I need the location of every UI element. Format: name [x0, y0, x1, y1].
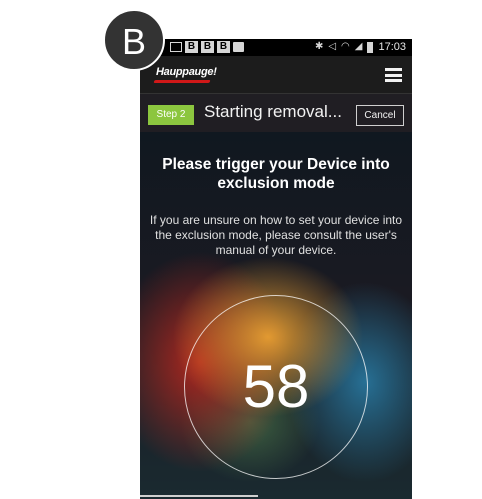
phone-screen: B B B ✱ ◁ ◠ ◢ 17:03 Hauppauge! Step 2 St… [140, 39, 412, 499]
step-badge: Step 2 [148, 105, 194, 125]
signal-icon: ◢ [354, 41, 363, 52]
battery-icon [367, 41, 374, 53]
step-title: Starting removal... [204, 102, 342, 121]
clock: 17:03 [378, 41, 406, 53]
app-bar: Hauppauge! [140, 56, 412, 94]
b-notification-icon: B [201, 41, 214, 53]
hauppauge-logo: Hauppauge! [156, 66, 217, 78]
notification-icons: B B B [170, 41, 244, 53]
content-area: Please trigger your Device into exclusio… [140, 132, 412, 499]
countdown-value: 58 [242, 353, 310, 420]
envelope-icon [170, 42, 182, 52]
wifi-icon: ◠ [341, 41, 350, 52]
mute-icon: ◁ [328, 41, 337, 52]
bag-icon [233, 42, 244, 52]
menu-icon[interactable] [385, 68, 402, 82]
bottom-indicator [140, 495, 258, 497]
logo-swoosh [153, 80, 211, 83]
step-bar: Step 2 Starting removal... Cancel [140, 94, 412, 132]
instruction-headline: Please trigger your Device into exclusio… [162, 156, 390, 192]
bluetooth-icon: ✱ [314, 41, 324, 52]
figure-label: B [103, 9, 165, 71]
b-notification-icon: B [185, 41, 198, 53]
system-icons: ✱ ◁ ◠ ◢ 17:03 [315, 41, 406, 53]
cancel-button[interactable]: Cancel [356, 105, 404, 126]
b-notification-icon: B [217, 41, 230, 53]
status-bar: B B B ✱ ◁ ◠ ◢ 17:03 [140, 39, 412, 56]
instruction-subtext: If you are unsure on how to set your dev… [149, 213, 403, 257]
